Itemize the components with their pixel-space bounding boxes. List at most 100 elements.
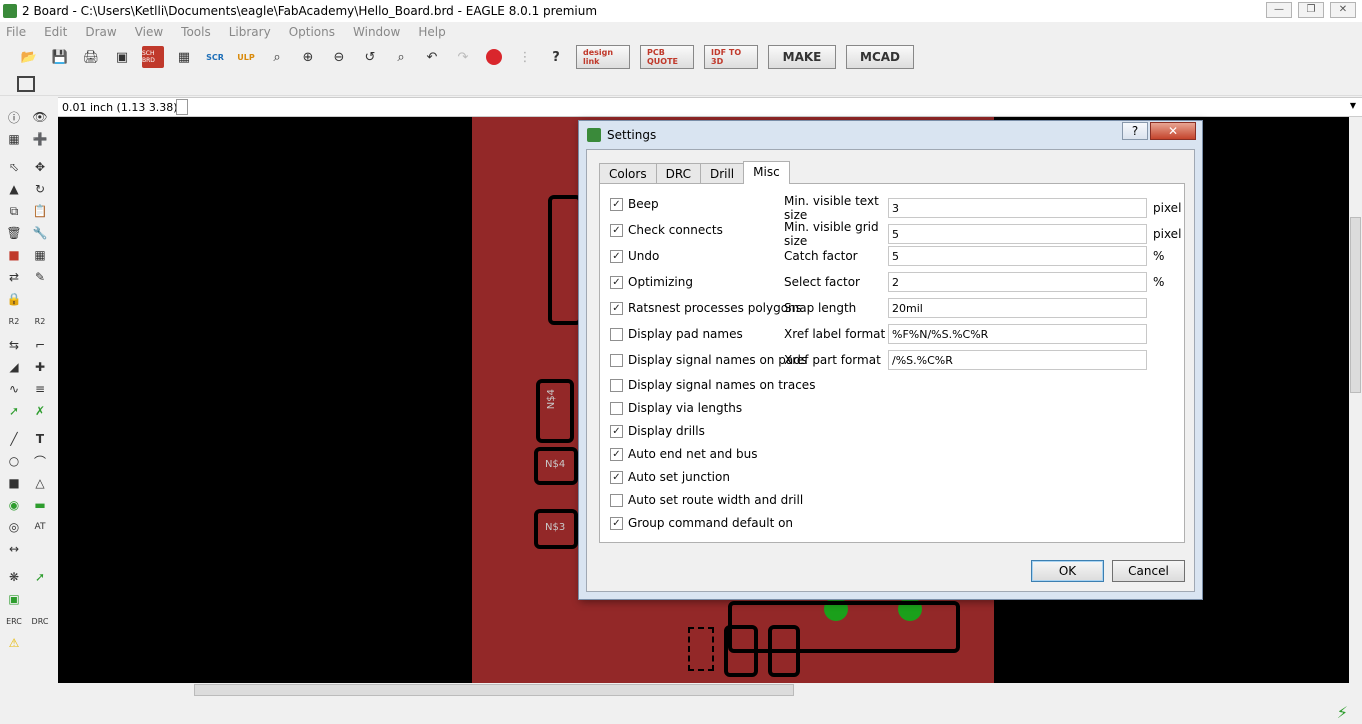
vertical-scrollbar[interactable] — [1349, 117, 1362, 683]
zoom-fit-icon[interactable]: ⌕ — [266, 46, 288, 68]
minimize-icon[interactable]: — — [1266, 2, 1292, 18]
split-icon[interactable]: ⇆ — [6, 337, 22, 353]
name-icon[interactable]: R2 — [6, 313, 22, 329]
menu-window[interactable]: Window — [353, 25, 400, 39]
ok-button[interactable]: OK — [1031, 560, 1104, 582]
checkbox-signal-names-traces[interactable]: Display signal names on traces — [610, 378, 815, 392]
checkbox-auto-route-width[interactable]: Auto set route width and drill — [610, 493, 803, 507]
dimension-icon[interactable]: ↔ — [6, 541, 22, 557]
menu-options[interactable]: Options — [289, 25, 335, 39]
paste-icon[interactable]: 📋 — [32, 203, 48, 219]
go-icon[interactable]: ⋮ — [514, 46, 536, 68]
designlink-button[interactable]: design link — [576, 45, 630, 69]
checkbox[interactable]: ✓ — [610, 516, 623, 530]
rotate-icon[interactable]: ↻ — [32, 181, 48, 197]
stop-icon[interactable] — [483, 46, 505, 68]
xref-label-format-input[interactable] — [888, 324, 1147, 344]
checkbox[interactable] — [610, 327, 623, 341]
checkbox[interactable]: ✓ — [610, 470, 623, 484]
grid-icon[interactable] — [17, 76, 35, 92]
menu-tools[interactable]: Tools — [181, 25, 211, 39]
scrollbar-thumb[interactable] — [1350, 217, 1361, 393]
rect-icon[interactable]: ■ — [6, 475, 22, 491]
checkbox-display-drills[interactable]: ✓ Display drills — [610, 424, 705, 438]
close-icon[interactable]: ✕ — [1330, 2, 1356, 18]
pcb-quote-button[interactable]: PCB QUOTE — [640, 45, 694, 69]
checkbox[interactable] — [610, 493, 623, 507]
checkbox-signal-names-pads[interactable]: Display signal names on pads — [610, 353, 807, 367]
select-icon[interactable]: ⬁ — [6, 159, 22, 175]
mcad-button[interactable]: MCAD — [846, 45, 914, 69]
attribute-icon[interactable]: AT — [32, 519, 48, 535]
erc-icon[interactable]: ERC — [6, 613, 22, 629]
catch-factor-input[interactable] — [888, 246, 1147, 266]
board-icon[interactable]: ▣ — [6, 591, 22, 607]
checkbox-beep[interactable]: ✓ Beep — [610, 197, 659, 211]
mirror-icon[interactable]: ▲ — [6, 181, 22, 197]
make-button[interactable]: MAKE — [768, 45, 836, 69]
cam-icon[interactable]: ▣ — [111, 46, 133, 68]
add-icon[interactable]: ■ — [6, 247, 22, 263]
meander-icon[interactable]: ∿ — [6, 381, 22, 397]
chevron-down-icon[interactable]: ▼ — [1350, 101, 1356, 110]
checkbox[interactable]: ✓ — [610, 197, 623, 211]
polygon-icon[interactable]: △ — [32, 475, 48, 491]
checkbox-ratsnest-polygons[interactable]: ✓ Ratsnest processes polygons — [610, 301, 802, 315]
layers-icon[interactable]: ▦ — [173, 46, 195, 68]
checkbox-group-default-on[interactable]: ✓ Group command default on — [610, 516, 793, 530]
checkbox[interactable]: ✓ — [610, 301, 623, 315]
min-text-size-input[interactable] — [888, 198, 1147, 218]
xref-part-format-input[interactable] — [888, 350, 1147, 370]
value-icon[interactable]: R2 — [32, 313, 48, 329]
sch-brd-switch-icon[interactable]: SCH BRD — [142, 46, 164, 68]
menu-library[interactable]: Library — [229, 25, 271, 39]
lock-icon[interactable]: 🔒 — [6, 291, 22, 307]
checkbox[interactable]: ✓ — [610, 447, 623, 461]
replace-icon[interactable]: ▦ — [32, 247, 48, 263]
checkbox-undo[interactable]: ✓ Undo — [610, 249, 659, 263]
tab-colors[interactable]: Colors — [599, 163, 657, 184]
display-layers-icon[interactable]: ▦ — [6, 131, 22, 147]
open-icon[interactable]: 📂 — [18, 46, 40, 68]
warning-icon[interactable]: ⚠ — [6, 635, 22, 651]
checkbox-auto-set-junction[interactable]: ✓ Auto set junction — [610, 470, 730, 484]
route-icon[interactable]: ➚ — [6, 403, 22, 419]
menu-draw[interactable]: Draw — [85, 25, 116, 39]
min-grid-size-input[interactable] — [888, 224, 1147, 244]
checkbox-auto-end-net[interactable]: ✓ Auto end net and bus — [610, 447, 757, 461]
follow-me-icon[interactable]: ➚ — [32, 569, 48, 585]
autorouter-icon[interactable]: ❋ — [6, 569, 22, 585]
undo-icon[interactable]: ↶ — [421, 46, 443, 68]
print-icon[interactable]: 🖨 — [80, 46, 102, 68]
select-factor-input[interactable] — [888, 272, 1147, 292]
zoom-select-icon[interactable]: ⌕ — [390, 46, 412, 68]
paint-icon[interactable]: ✎ — [32, 269, 48, 285]
cancel-button[interactable]: Cancel — [1112, 560, 1185, 582]
ripup-icon[interactable]: ✗ — [32, 403, 48, 419]
restore-icon[interactable]: ❐ — [1298, 2, 1324, 18]
checkbox-via-lengths[interactable]: Display via lengths — [610, 401, 742, 415]
mark-icon[interactable]: ➕ — [32, 131, 48, 147]
idf-to-3d-button[interactable]: IDF TO 3D — [704, 45, 758, 69]
via-icon[interactable]: ◉ — [6, 497, 22, 513]
checkbox-optimizing[interactable]: ✓ Optimizing — [610, 275, 693, 289]
save-icon[interactable]: 💾 — [49, 46, 71, 68]
help-button[interactable]: ? — [1122, 122, 1148, 140]
checkbox-display-pad-names[interactable]: Display pad names — [610, 327, 743, 341]
optimize-icon[interactable]: ◢ — [6, 359, 22, 375]
smash-icon[interactable]: ✚ — [32, 359, 48, 375]
tab-drc[interactable]: DRC — [655, 163, 701, 184]
checkbox[interactable] — [610, 353, 623, 367]
text-icon[interactable]: T — [32, 431, 48, 447]
checkbox-check-connects[interactable]: ✓ Check connects — [610, 223, 723, 237]
copy-icon[interactable]: ⧉ — [6, 203, 22, 219]
snap-length-input[interactable] — [888, 298, 1147, 318]
show-icon[interactable]: 👁 — [32, 109, 48, 125]
ratsnest-icon[interactable]: ≡ — [32, 381, 48, 397]
signal-icon[interactable]: ▬ — [32, 497, 48, 513]
change-icon[interactable]: ⇄ — [6, 269, 22, 285]
checkbox[interactable]: ✓ — [610, 249, 623, 263]
wire-icon[interactable]: ╱ — [6, 431, 22, 447]
checkbox[interactable] — [610, 378, 623, 392]
checkbox[interactable]: ✓ — [610, 275, 623, 289]
